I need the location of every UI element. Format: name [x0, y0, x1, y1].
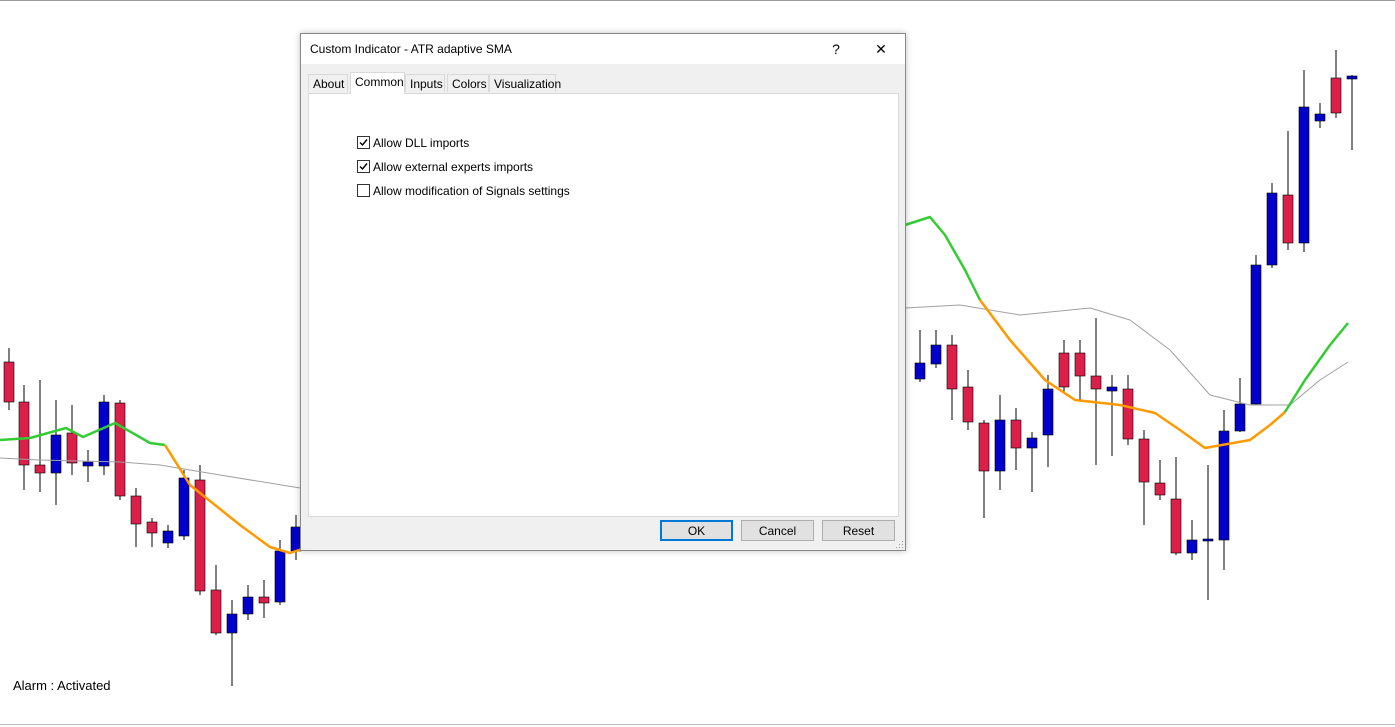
candle-body — [1154, 482, 1166, 496]
tab-content-common: Allow DLL imports Allow external experts… — [308, 93, 899, 517]
candle-body — [82, 461, 94, 467]
tab-colors[interactable]: Colors — [447, 74, 489, 92]
tab-visualization[interactable]: Visualization — [489, 74, 561, 92]
tab-common[interactable]: Common — [350, 72, 405, 94]
candle-body — [50, 434, 62, 474]
candle-body — [1266, 192, 1278, 266]
candle-body — [34, 464, 46, 474]
candle-body — [98, 401, 110, 467]
candle-body — [1282, 194, 1294, 244]
candle-body — [130, 495, 142, 525]
candle-body — [242, 596, 254, 615]
ma-up-line-right — [904, 215, 982, 301]
custom-indicator-dialog: Custom Indicator - ATR adaptive SMA ? ✕ … — [300, 33, 906, 551]
allow-external-experts-checkbox[interactable] — [357, 160, 370, 173]
candle-body — [1042, 388, 1054, 436]
candle-body — [914, 362, 926, 380]
candle-body — [1090, 375, 1102, 390]
allow-dll-imports-checkbox[interactable] — [357, 136, 370, 149]
dialog-titlebar[interactable]: Custom Indicator - ATR adaptive SMA ? ✕ — [301, 34, 905, 64]
candle-body — [1058, 352, 1070, 388]
candle-body — [1026, 437, 1038, 449]
tab-inputs[interactable]: Inputs — [405, 74, 445, 92]
candle-body — [1234, 403, 1246, 432]
candle-body — [1138, 438, 1150, 483]
candle-body — [3, 361, 15, 403]
checkmark-icon — [359, 163, 368, 171]
candle-body — [1106, 386, 1118, 392]
candle-body — [178, 477, 190, 537]
checkmark-icon — [359, 139, 368, 147]
alarm-status: Alarm : Activated — [13, 678, 111, 693]
candle-body — [274, 550, 286, 603]
candle-body — [226, 613, 238, 634]
allow-dll-imports-label: Allow DLL imports — [373, 136, 470, 150]
candle-body — [930, 344, 942, 365]
allow-signals-modification-checkbox[interactable] — [357, 184, 370, 197]
candle-body — [210, 589, 222, 634]
candle-body — [1250, 264, 1262, 405]
candle-body — [946, 344, 958, 390]
candle-body — [1202, 538, 1214, 542]
candle-body — [1122, 388, 1134, 440]
candle-body — [66, 432, 78, 464]
candle-body — [1010, 419, 1022, 449]
candle-body — [962, 386, 974, 423]
candle-body — [1330, 77, 1342, 114]
candle-body — [146, 521, 158, 534]
candle-body — [162, 530, 174, 544]
candle-body — [994, 419, 1006, 472]
candle-body — [1346, 75, 1358, 80]
candle-body — [1218, 430, 1230, 541]
candle-body — [114, 402, 126, 497]
candle-body — [1074, 352, 1086, 377]
candle-body — [1186, 539, 1198, 554]
help-button[interactable]: ? — [816, 34, 856, 64]
candle-body — [1298, 106, 1310, 244]
candle-body — [1314, 113, 1326, 122]
tab-about[interactable]: About — [308, 74, 348, 92]
resize-grip-icon[interactable] — [896, 541, 904, 549]
dialog-title: Custom Indicator - ATR adaptive SMA — [310, 42, 512, 56]
allow-external-experts-label: Allow external experts imports — [373, 160, 534, 174]
candle-body — [1170, 498, 1182, 554]
candle-body — [18, 401, 30, 466]
reset-button[interactable]: Reset — [822, 520, 895, 541]
candle-body — [258, 596, 270, 604]
allow-signals-modification-label: Allow modification of Signals settings — [373, 184, 570, 198]
close-button[interactable]: ✕ — [861, 34, 901, 64]
ok-button[interactable]: OK — [660, 520, 733, 541]
candle-body — [978, 422, 990, 472]
cancel-button[interactable]: Cancel — [741, 520, 814, 541]
